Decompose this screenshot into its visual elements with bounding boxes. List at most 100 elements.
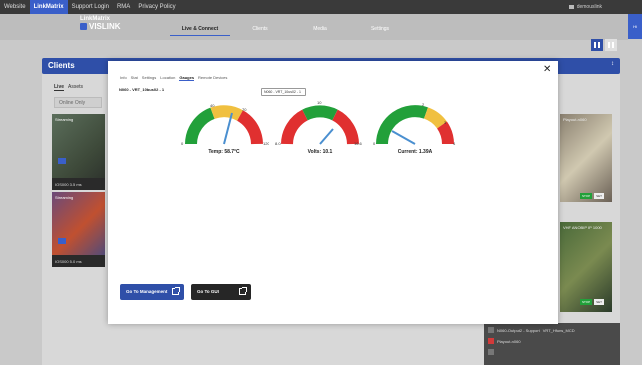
gauge-needle	[391, 130, 416, 145]
temperature-gauge: 0 40 70 120 Temp: 58.7°C	[179, 99, 269, 161]
main-nav: Live & Connect Clients Media Settings	[170, 26, 410, 36]
top-bar: Website LinkMatrix Support Login RMA Pri…	[0, 0, 642, 14]
tile-footer: IOS000 5.0 ms	[52, 255, 105, 267]
output-buttons: STOP SET	[580, 193, 604, 199]
image-icon[interactable]	[488, 349, 494, 355]
chevron-down-icon[interactable]: ↕	[611, 61, 614, 67]
stop-button[interactable]: STOP	[580, 193, 593, 199]
output-tile[interactable]: VHF ANOBIP IP 1000 STOP SET	[560, 222, 612, 312]
client-tile[interactable]: Streaming IOS000 5.0 ms	[52, 192, 105, 267]
status-badge: Streaming	[55, 195, 74, 200]
close-icon[interactable]: ✕	[543, 64, 551, 75]
gauge-red-arc	[436, 121, 455, 145]
gauge-label: Temp: 58.7°C	[208, 149, 240, 155]
external-link-icon	[239, 287, 247, 295]
topnav-rma[interactable]: RMA	[113, 0, 134, 14]
stop-button[interactable]: STOP	[580, 299, 593, 305]
gauge-red-arc	[236, 110, 263, 145]
go-to-management-button[interactable]: Go To Management	[120, 284, 184, 300]
gauge-tick: 8.0	[275, 141, 281, 146]
vislink-logo-icon	[80, 23, 87, 30]
gauge-tick: 120	[263, 141, 269, 146]
gear-icon[interactable]	[488, 327, 494, 333]
gauge-label: Volts: 10.1	[307, 149, 333, 155]
output-buttons: STOP SET	[580, 299, 604, 305]
gauge-tick: 0	[181, 141, 184, 146]
tab-remote-devices[interactable]: Remote Devices	[198, 75, 227, 81]
status-badge: Streaming	[55, 117, 74, 122]
current-gauge: 0 2 3 4 Current: 1.39A	[370, 99, 460, 161]
gauge-tick: 40	[210, 103, 215, 108]
gauge-label: Current: 1.39A	[397, 149, 433, 155]
topnav-linkmatrix[interactable]: LinkMatrix	[29, 0, 68, 14]
side-tab[interactable]: Hi	[628, 14, 642, 39]
gauge-tick: 16.6	[354, 141, 363, 146]
tile-footer: IOS000 3.5 ms	[52, 178, 105, 190]
volts-gauge: 8.0 10 16.6 Volts: 10.1	[275, 99, 365, 161]
clients-title: Clients	[48, 61, 75, 70]
gauge-tick: 10	[317, 100, 322, 105]
output-card-sub: Playout-n060	[497, 338, 521, 344]
tab-settings[interactable]: Settings	[350, 26, 410, 36]
gauge-tick: 70	[242, 107, 247, 112]
logo-line2: VISLINK	[89, 22, 121, 31]
gauge-needle	[223, 112, 233, 145]
device-modal: ✕ Info Stat Settings Location Gauges Rem…	[108, 61, 558, 324]
tab-location[interactable]: Location	[160, 75, 175, 81]
clients-tabs: Live Assets	[54, 84, 83, 91]
tab-gauges[interactable]: Gauges	[179, 75, 195, 81]
gauge-tick: 0	[373, 141, 376, 146]
modal-tabs: Info Stat Settings Location Gauges Remot…	[120, 75, 227, 81]
output-card-row	[488, 349, 494, 355]
client-tile[interactable]: Streaming IOS000 3.5 ms	[52, 114, 105, 190]
output-tile[interactable]: Playout-n060 STOP SET	[560, 114, 612, 202]
output-card-extra: VRT_Hfuns_MCD	[542, 327, 575, 333]
topnav-support-login[interactable]: Support Login	[68, 0, 113, 14]
gauge-needle	[319, 128, 334, 145]
gauge-yellow-arc	[423, 107, 447, 129]
user-menu[interactable]: demouslink	[568, 0, 602, 14]
gauge-green-arc	[185, 107, 215, 145]
output-card-row: N060-Output2 - Support VRT_Hfuns_MCD	[488, 327, 575, 333]
logo[interactable]: LinkMatrix VISLINK	[80, 16, 121, 31]
tab-clients[interactable]: Clients	[230, 26, 290, 36]
output-card-row: Playout-n060	[488, 338, 521, 344]
logo-line2-wrap: VISLINK	[80, 22, 121, 31]
username: demouslink	[576, 4, 602, 10]
top-nav: Website LinkMatrix Support Login RMA Pri…	[0, 0, 180, 14]
set-button[interactable]: SET	[594, 193, 604, 199]
topnav-privacy-policy[interactable]: Privacy Policy	[134, 0, 179, 14]
device-select[interactable]: N060 - VRT_10us02 - 1	[261, 88, 306, 96]
gui-button-label: Go To GUI	[197, 289, 219, 294]
play-icon[interactable]	[58, 158, 66, 164]
tab-live-connect[interactable]: Live & Connect	[170, 26, 230, 36]
tab-info[interactable]: Info	[120, 75, 127, 81]
topnav-website[interactable]: Website	[0, 0, 30, 14]
tab-stat[interactable]: Stat	[131, 75, 138, 81]
gauge-red-arc	[331, 109, 359, 145]
device-name: N060 - VRT_10bus02 - 1	[119, 87, 165, 92]
output-label: Playout-n060	[563, 117, 587, 122]
grid-layout-icon[interactable]	[591, 39, 603, 51]
check-icon[interactable]	[488, 338, 494, 344]
gauge-green-arc	[376, 105, 428, 145]
management-button-label: Go To Management	[126, 289, 168, 294]
layout-toggle	[591, 39, 617, 51]
gauge-red-arc	[281, 109, 309, 145]
external-link-icon	[172, 287, 180, 295]
gauge-tick: 4	[453, 141, 456, 146]
gauge-yellow-arc	[210, 105, 243, 121]
set-button[interactable]: SET	[594, 299, 604, 305]
app-header: LinkMatrix VISLINK Live & Connect Client…	[0, 14, 628, 40]
mail-icon	[568, 5, 574, 9]
gauge-green-arc	[302, 105, 338, 121]
tab-assets[interactable]: Assets	[68, 84, 83, 91]
filter-select[interactable]: Online Only	[54, 97, 102, 108]
tab-media[interactable]: Media	[290, 26, 350, 36]
tab-live[interactable]: Live	[54, 84, 65, 91]
output-card[interactable]: N060-Output2 - Support VRT_Hfuns_MCD Pla…	[484, 323, 620, 365]
list-layout-icon[interactable]	[605, 39, 617, 51]
play-icon[interactable]	[58, 238, 66, 244]
tab-settings[interactable]: Settings	[142, 75, 156, 81]
go-to-gui-button[interactable]: Go To GUI	[191, 284, 251, 300]
